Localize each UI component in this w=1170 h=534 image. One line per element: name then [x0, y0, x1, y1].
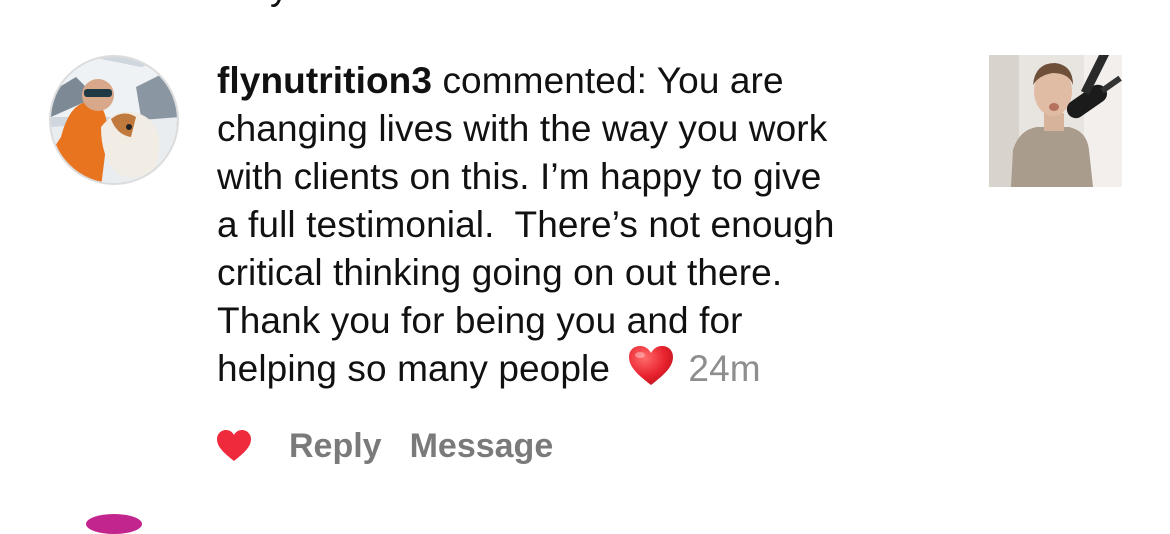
previous-comment-fragment: y [270, 0, 289, 9]
message-button[interactable]: Message [410, 427, 554, 466]
comment-line-1: You are [656, 60, 784, 101]
comment-actions: Reply Message [216, 425, 553, 467]
comment-line-2: changing lives with the way you work [217, 108, 828, 149]
red-heart-emoji-icon [628, 345, 674, 399]
comment-line-3: with clients on this. I’m happy to give [217, 156, 822, 197]
comment-line-5: critical thinking going on out there. [217, 252, 783, 293]
post-thumbnail[interactable] [989, 55, 1122, 187]
reply-button[interactable]: Reply [289, 427, 382, 466]
comment-verb: commented: [442, 60, 648, 101]
thumbnail-photo [989, 55, 1122, 187]
comment-text: flynutrition3 commented: You are changin… [217, 57, 957, 399]
avatar-photo [51, 57, 177, 183]
comment-username[interactable]: flynutrition3 [217, 60, 432, 101]
next-comment-avatar-fragment [86, 514, 142, 534]
comment-line-6: Thank you for being you and for [217, 300, 743, 341]
comment-timestamp: 24m [688, 348, 761, 389]
comment-line-7: helping so many people [217, 348, 611, 389]
heart-icon[interactable] [216, 429, 252, 463]
comment-line-4: a full testimonial. There’s not enough [217, 204, 835, 245]
commenter-avatar[interactable] [49, 55, 179, 185]
